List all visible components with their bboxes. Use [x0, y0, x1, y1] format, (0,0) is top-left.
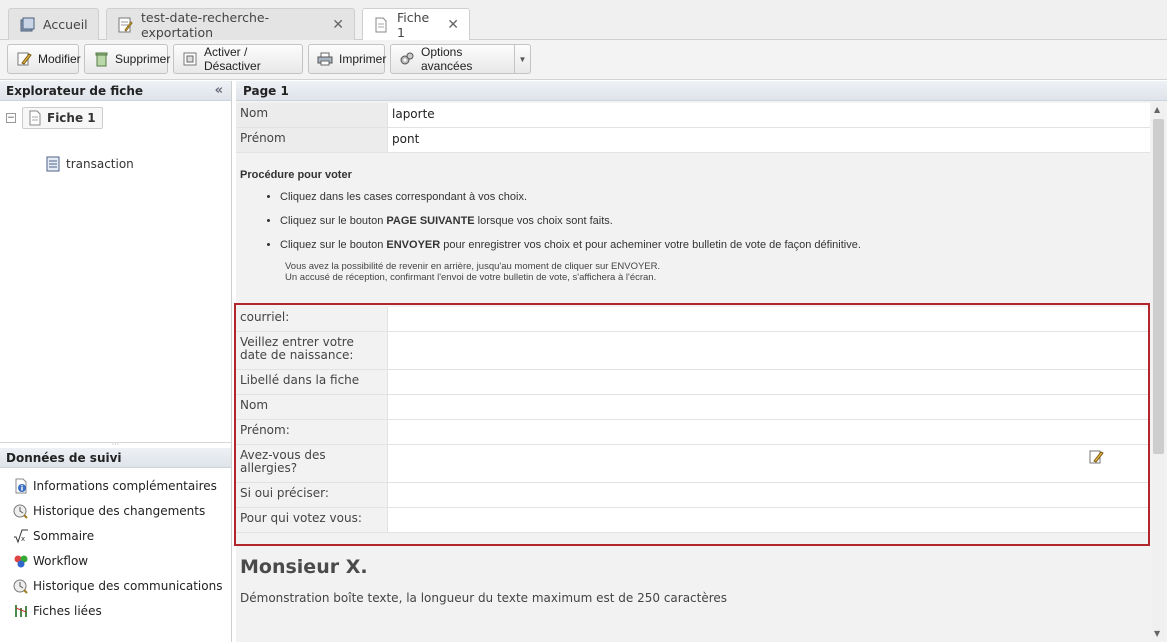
tab-test-date-recherche-exportation[interactable]: test-date-recherche-exportation ✕	[106, 8, 355, 40]
document-icon	[27, 110, 43, 126]
description-text: Démonstration boîte texte, la longueur d…	[240, 591, 728, 605]
close-icon[interactable]: ✕	[447, 17, 459, 33]
trash-icon	[93, 51, 109, 67]
collapse-icon[interactable]: «	[215, 83, 223, 98]
tracking-item-informations[interactable]: Informations complémentaires	[0, 473, 231, 498]
prenom-field[interactable]: pont	[388, 128, 1150, 152]
tab-label: test-date-recherche-exportation	[141, 9, 270, 40]
field-row-libelle: Libellé dans la fiche	[236, 370, 1150, 395]
tab-bar: Accueil test-date-recherche-exportation …	[0, 0, 1167, 41]
home-icon	[19, 17, 35, 33]
collapse-tree-icon[interactable]: −	[6, 113, 16, 123]
tab-fiche-1[interactable]: Fiche 1 ✕	[362, 8, 470, 41]
tracking-item-workflow[interactable]: Workflow	[0, 548, 231, 573]
tab-label: Accueil	[43, 17, 88, 32]
communications-icon	[13, 578, 29, 594]
procedure-title: Procédure pour voter	[240, 169, 352, 181]
procedure-step: Cliquez dans les cases correspondant à v…	[280, 191, 1140, 203]
field-label: Nom	[236, 395, 388, 419]
procedure-block: Procédure pour voter Cliquez dans les ca…	[240, 169, 1140, 283]
explorer-header: Explorateur de fiche «	[0, 81, 231, 101]
imprimer-button[interactable]: Imprimer	[308, 44, 386, 74]
tracking-item-sommaire[interactable]: x Sommaire	[0, 523, 231, 548]
edit-form-icon	[117, 17, 133, 33]
linked-records-icon	[13, 603, 29, 619]
form-area: Page 1 Nom laporte Prénom pont Procédure…	[236, 81, 1167, 642]
field-row-si-oui: Si oui préciser:	[236, 483, 1150, 508]
field-row-prenom: Prénom pont	[236, 128, 1150, 153]
tab-accueil[interactable]: Accueil	[8, 8, 99, 40]
page-header: Page 1	[236, 81, 1167, 101]
chevron-down-icon[interactable]: ▼	[513, 45, 530, 73]
field-label: Prénom	[236, 128, 388, 152]
procedure-step: Cliquez sur le bouton PAGE SUIVANTE lors…	[280, 215, 1140, 227]
field-row-vote: Pour qui votez vous:	[236, 508, 1150, 533]
toggle-icon	[182, 51, 198, 67]
edit-icon[interactable]	[1088, 449, 1104, 465]
tracking-header: Données de suivi	[0, 448, 231, 468]
tree-root: − Fiche 1	[6, 107, 103, 129]
field-row-allergies: Avez-vous des allergies?	[236, 445, 1150, 483]
field-row-courriel: courriel:	[236, 307, 1150, 332]
nom-field[interactable]: laporte	[388, 103, 1150, 127]
prenom-field-2[interactable]	[388, 420, 1150, 444]
field-label: Prénom:	[236, 420, 388, 444]
field-label: Veillez entrer votre date de naissance:	[236, 332, 388, 369]
field-label: Pour qui votez vous:	[236, 508, 388, 532]
field-row-date-naissance: Veillez entrer votre date de naissance:	[236, 332, 1150, 370]
left-panel: Explorateur de fiche « − Fiche 1 transac…	[0, 81, 232, 642]
record-tree: − Fiche 1 transaction	[0, 101, 231, 443]
procedure-list: Cliquez dans les cases correspondant à v…	[280, 191, 1140, 251]
workflow-icon	[13, 553, 29, 569]
svg-text:x: x	[21, 535, 25, 543]
scrollbar-thumb[interactable]	[1153, 119, 1164, 454]
history-icon	[13, 503, 29, 519]
edit-icon	[16, 51, 32, 67]
supprimer-button[interactable]: Supprimer	[84, 44, 170, 74]
courriel-field[interactable]	[388, 307, 1150, 331]
field-label: Libellé dans la fiche	[236, 370, 388, 394]
info-icon	[13, 478, 29, 494]
libelle-field[interactable]	[388, 370, 1150, 394]
field-row-prenom-2: Prénom:	[236, 420, 1150, 445]
printer-icon	[317, 51, 333, 67]
si-oui-field[interactable]	[388, 483, 1150, 507]
date-naissance-field[interactable]	[388, 332, 1150, 369]
close-icon[interactable]: ✕	[332, 17, 344, 33]
form-icon	[45, 156, 61, 172]
options-avancees-button[interactable]: Options avancées ▼	[390, 44, 531, 74]
scroll-down-icon[interactable]: ▼	[1154, 629, 1160, 638]
toolbar: Modifier Supprimer Activer / Désactiver …	[0, 40, 1167, 80]
tab-label: Fiche 1	[397, 10, 430, 40]
sum-icon: x	[13, 528, 29, 544]
tracking-item-historique-communications[interactable]: Historique des communications	[0, 573, 231, 598]
tracking-list: Informations complémentaires Historique …	[0, 473, 231, 623]
document-icon	[373, 17, 389, 33]
section-heading: Monsieur X.	[240, 556, 368, 578]
procedure-note: Vous avez la possibilité de revenir en a…	[285, 261, 661, 283]
field-row-nom-2: Nom	[236, 395, 1150, 420]
modifier-button[interactable]: Modifier	[7, 44, 81, 74]
field-label: Avez-vous des allergies?	[236, 445, 388, 482]
tree-item-fiche-1[interactable]: Fiche 1	[22, 107, 103, 129]
field-label: courriel:	[236, 307, 388, 331]
tree-item-transaction[interactable]: transaction	[45, 156, 134, 172]
nom-field-2[interactable]	[388, 395, 1150, 419]
gears-icon	[399, 51, 415, 67]
field-row-nom: Nom laporte	[236, 103, 1150, 128]
field-label: Nom	[236, 103, 388, 127]
activer-desactiver-button[interactable]: Activer / Désactiver	[173, 44, 303, 74]
tracking-item-historique-changements[interactable]: Historique des changements	[0, 498, 231, 523]
vertical-scrollbar[interactable]: ▲ ▼	[1152, 103, 1165, 640]
vote-field[interactable]	[388, 508, 1150, 532]
procedure-step: Cliquez sur le bouton ENVOYER pour enreg…	[280, 239, 1140, 251]
field-label: Si oui préciser:	[236, 483, 388, 507]
allergies-field[interactable]	[388, 445, 1150, 482]
scroll-up-icon[interactable]: ▲	[1154, 105, 1160, 114]
tracking-item-fiches-liees[interactable]: Fiches liées	[0, 598, 231, 623]
